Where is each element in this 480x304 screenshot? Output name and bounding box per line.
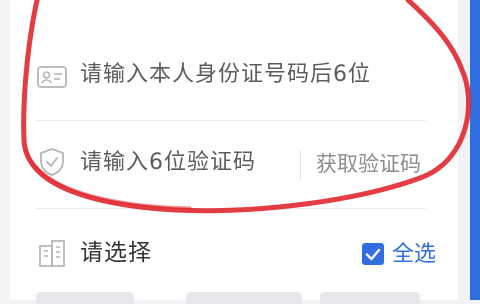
id-number-placeholder: 请输入本人身份证号码后6位: [80, 62, 371, 87]
id-card-icon: [36, 61, 68, 93]
app-frame-edge: [470, 0, 480, 300]
checkbox-checked-icon[interactable]: [362, 243, 384, 265]
verification-code-field[interactable]: 请输入6位验证码 获取验证码: [10, 142, 458, 186]
shield-icon: [36, 146, 68, 178]
option-tile[interactable]: [320, 292, 420, 304]
field-separator: [300, 150, 301, 180]
option-tile[interactable]: [186, 292, 302, 304]
id-number-field[interactable]: 请输入本人身份证号码后6位: [10, 55, 458, 99]
select-section-title: 请选择: [80, 240, 152, 266]
select-section-header: 请选择 全选: [10, 236, 458, 276]
divider: [36, 120, 426, 121]
get-code-button[interactable]: 获取验证码: [316, 149, 421, 179]
verification-code-placeholder: 请输入6位验证码: [80, 150, 256, 175]
verification-form: 请输入本人身份证号码后6位 请输入6位验证码 获取验证码 请选择 全选: [10, 0, 458, 304]
option-tile[interactable]: [36, 292, 134, 304]
select-all-label: 全选: [392, 242, 437, 267]
building-icon: [36, 238, 68, 270]
divider: [36, 208, 426, 209]
